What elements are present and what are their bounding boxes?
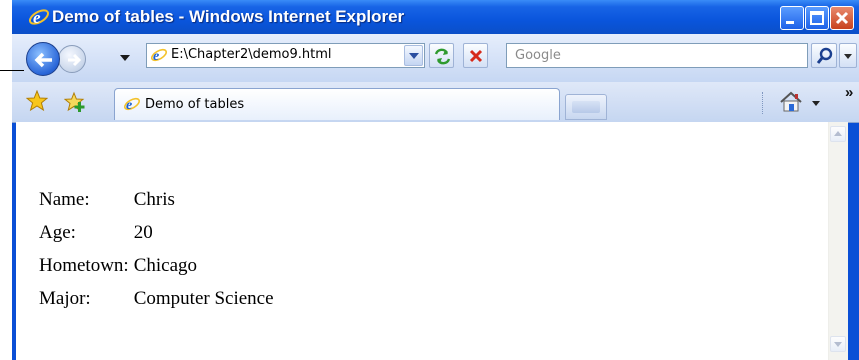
recent-pages-dropdown[interactable] [120, 55, 130, 61]
back-arrow-icon [34, 52, 52, 68]
minimize-button[interactable] [780, 6, 804, 30]
annotation-line-horizontal [0, 70, 24, 71]
search-placeholder: Google [515, 48, 561, 63]
table-row: Hometown: Chicago [38, 250, 275, 281]
back-button[interactable] [26, 42, 60, 76]
title-bar[interactable]: e Demo of tables - Windows Internet Expl… [12, 0, 859, 34]
favorites-center-icon[interactable] [26, 90, 48, 112]
svg-text:e: e [153, 49, 159, 64]
address-dropdown-button[interactable] [404, 45, 423, 66]
table-row: Name: Chris [38, 184, 275, 215]
info-table: Name: Chris Age: 20 Hometown: Chicago Ma… [36, 182, 277, 316]
close-icon [835, 11, 849, 25]
name-label: Name: [39, 188, 90, 210]
major-label: Major: [39, 287, 91, 309]
toolbar-separator [762, 92, 764, 114]
search-button[interactable] [811, 43, 837, 68]
scroll-up-button[interactable] [830, 126, 846, 142]
page-content: Name: Chris Age: 20 Hometown: Chicago Ma… [16, 122, 828, 360]
hometown-value: Chicago [133, 254, 198, 276]
navigation-bar: e E:\Chapter2\demo9.html Google [12, 34, 859, 82]
ie-logo-icon: e [28, 8, 50, 27]
search-input[interactable]: Google [506, 43, 808, 68]
toolbar-overflow-icon[interactable]: » [845, 84, 853, 101]
browser-window: e Demo of tables - Windows Internet Expl… [12, 0, 859, 360]
age-label: Age: [39, 221, 76, 243]
scroll-down-button[interactable] [830, 336, 846, 352]
stop-button[interactable] [463, 43, 488, 68]
maximize-button[interactable] [805, 6, 829, 30]
hometown-label: Hometown: [39, 254, 129, 276]
refresh-icon [434, 48, 451, 65]
magnifier-icon [816, 47, 833, 64]
address-bar[interactable]: e E:\Chapter2\demo9.html [146, 43, 425, 68]
tab-bar: e Demo of tables » [12, 82, 859, 123]
maximize-icon [810, 11, 824, 25]
window-title: Demo of tables - Windows Internet Explor… [52, 7, 405, 26]
home-dropdown-arrow[interactable] [812, 101, 820, 106]
forward-button[interactable] [58, 45, 86, 73]
stop-icon [469, 49, 483, 63]
vertical-scrollbar[interactable] [828, 122, 848, 360]
home-icon[interactable] [778, 89, 804, 115]
table-row: Major: Computer Science [38, 283, 275, 314]
add-to-favorites-icon[interactable] [64, 91, 86, 113]
table-row: Age: 20 [38, 217, 275, 248]
svg-text:e: e [126, 98, 132, 113]
ie-page-icon: e [150, 48, 168, 64]
svg-text:e: e [33, 8, 41, 27]
ie-page-icon: e [123, 97, 141, 113]
forward-arrow-icon [68, 53, 82, 67]
minimize-icon [786, 21, 794, 24]
refresh-button[interactable] [429, 43, 454, 68]
name-value: Chris [133, 188, 175, 210]
search-options-button[interactable] [839, 43, 857, 68]
close-button[interactable] [830, 6, 854, 30]
address-url: E:\Chapter2\demo9.html [171, 47, 332, 62]
tab-label: Demo of tables [145, 97, 245, 112]
age-value: 20 [133, 221, 153, 243]
tab-demo-of-tables[interactable]: e Demo of tables [114, 88, 560, 120]
major-value: Computer Science [133, 287, 274, 309]
new-tab-button[interactable] [565, 94, 607, 120]
